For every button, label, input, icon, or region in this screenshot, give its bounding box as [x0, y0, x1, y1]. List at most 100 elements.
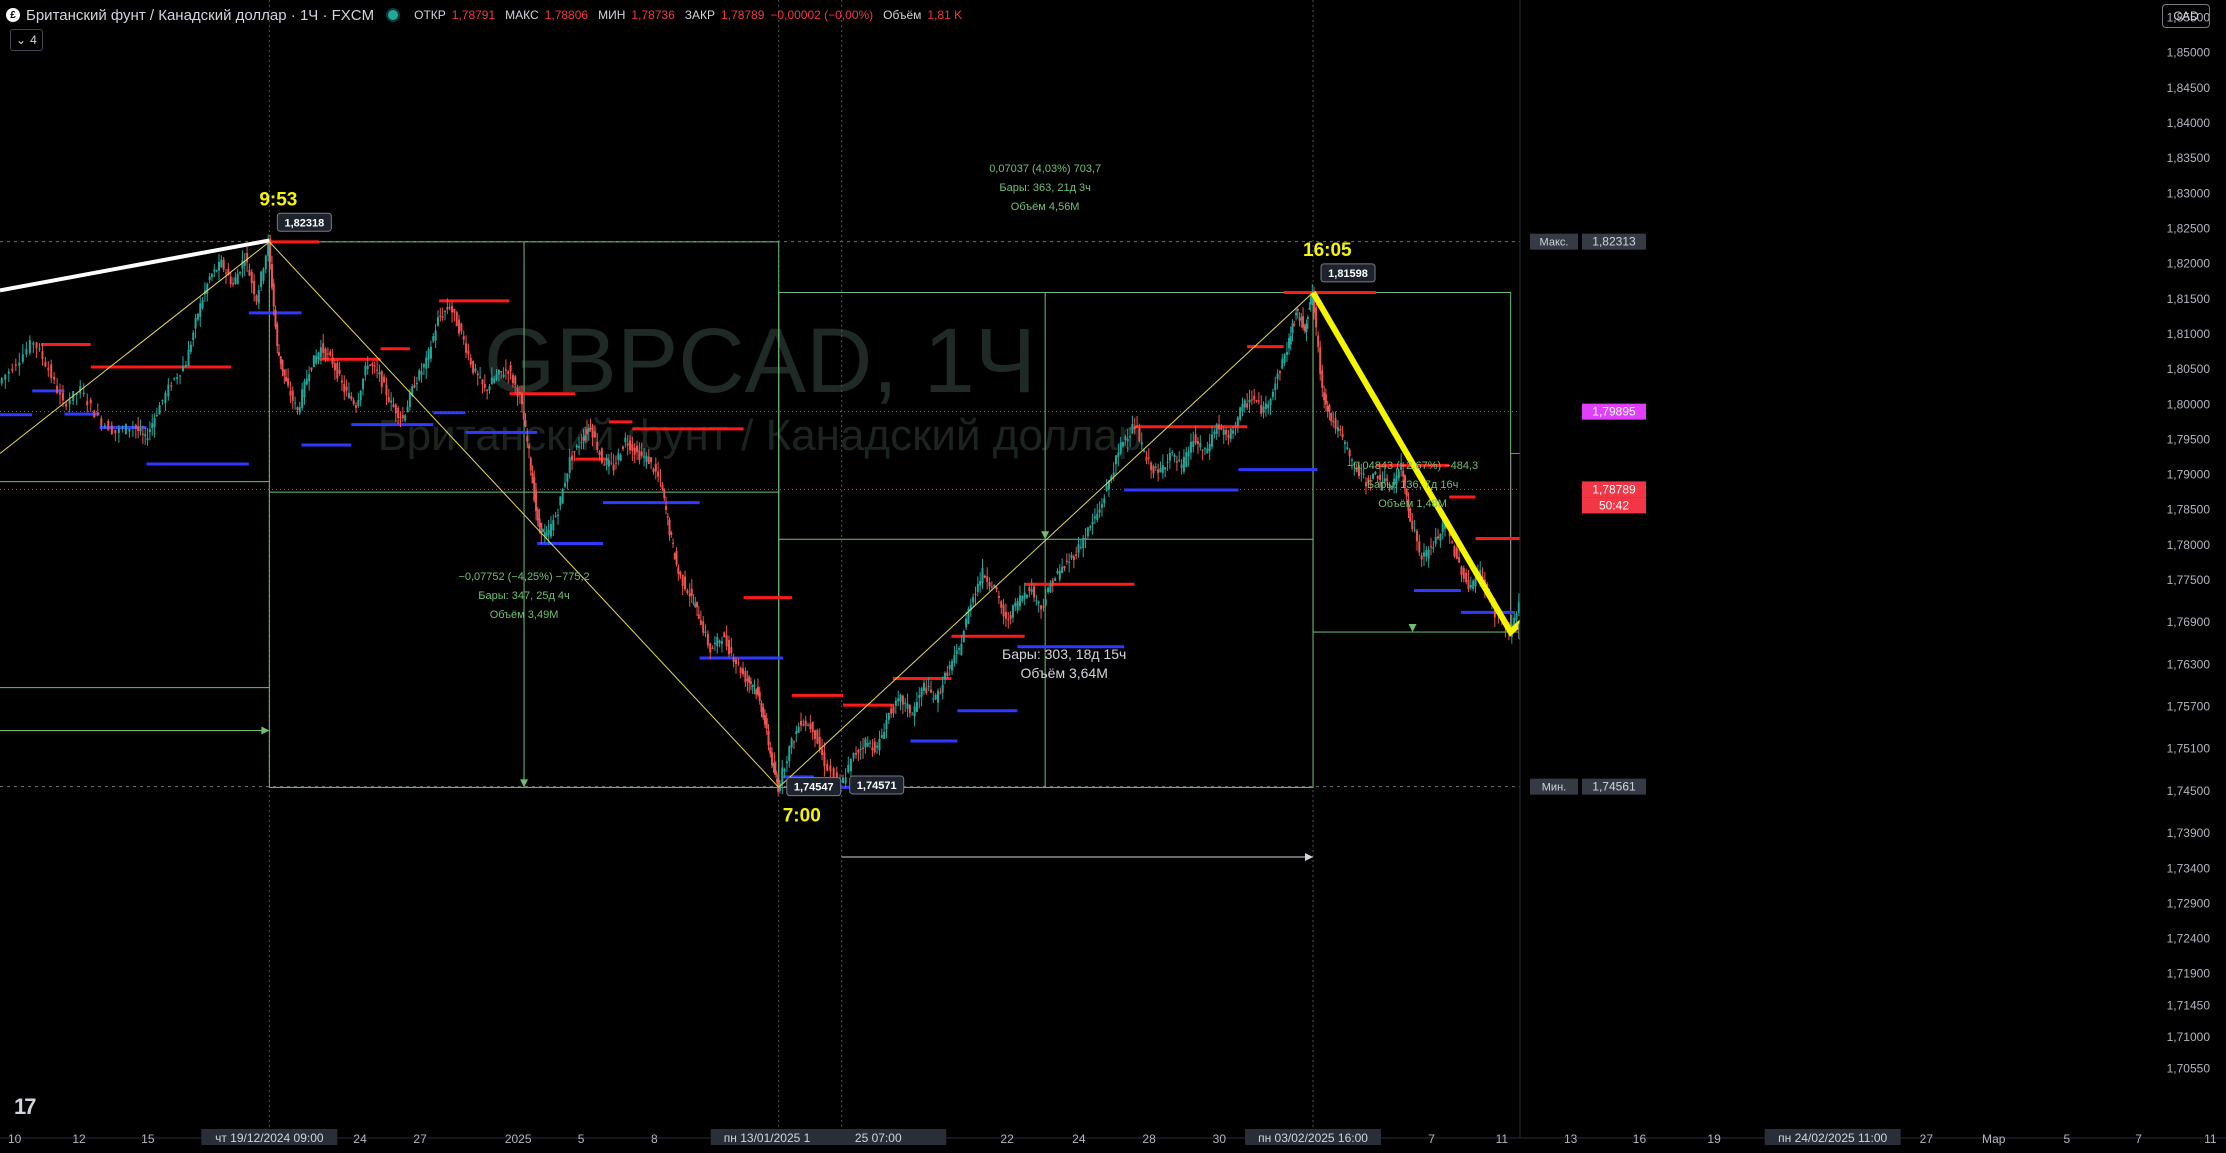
candle-body — [1308, 308, 1311, 310]
candle-body — [1430, 546, 1433, 548]
candle-body — [283, 369, 286, 376]
candle-body — [158, 405, 161, 415]
candle-body — [529, 457, 532, 471]
candle-body — [255, 295, 258, 302]
price-tick-label: 1,72400 — [2167, 932, 2211, 946]
candle-body — [1143, 450, 1146, 452]
price-tick-label: 1,77500 — [2167, 573, 2211, 587]
candle-body — [176, 377, 179, 380]
candle-body — [941, 684, 944, 693]
candle-body — [192, 332, 195, 340]
price-tick-label: 1,82500 — [2167, 221, 2211, 235]
price-tick-label: 1,80000 — [2167, 397, 2211, 411]
candle-body — [1213, 431, 1216, 435]
candle-body — [1300, 316, 1303, 321]
candle-body — [189, 344, 192, 352]
candle-body — [144, 434, 147, 437]
candle-body — [1362, 473, 1365, 475]
candle-body — [453, 308, 456, 313]
market-status-icon[interactable] — [388, 10, 399, 20]
price-tick-label: 1,78000 — [2167, 538, 2211, 552]
candle-body — [686, 590, 689, 594]
candle-body — [799, 721, 802, 726]
indicators-toggle-button[interactable]: ⌄ 4 — [10, 29, 43, 51]
candle-body — [1112, 472, 1115, 477]
candle-body — [443, 311, 446, 313]
candle-body — [1096, 513, 1099, 520]
price-tick-label: 1,72900 — [2167, 896, 2211, 910]
candle-body — [50, 364, 53, 378]
candle-body — [723, 632, 726, 638]
candle-body — [1070, 554, 1073, 559]
candle-body — [397, 408, 400, 418]
candle-body — [1086, 527, 1089, 537]
candle-body — [1227, 434, 1230, 438]
price-chart[interactable]: GBPCAD, 1ЧБританский фунт / Канадский до… — [0, 0, 2226, 1153]
candle-body — [922, 682, 925, 692]
candle-body — [117, 428, 120, 433]
volume-value: 1,81 K — [927, 8, 963, 22]
candle-body — [1425, 550, 1428, 557]
candle-body — [1105, 485, 1108, 491]
candle-body — [1171, 452, 1174, 454]
candle-body — [1250, 399, 1253, 401]
candle-body — [1168, 453, 1171, 461]
candle-body — [1192, 441, 1195, 447]
price-tick-label: 1,75100 — [2167, 742, 2211, 756]
candle-body — [727, 640, 730, 655]
candle-body — [668, 519, 671, 535]
candle-body — [699, 620, 702, 626]
axis-min-price: 1,74561 — [1592, 780, 1636, 794]
candle-body — [451, 305, 454, 313]
candle-body — [181, 365, 184, 371]
candle-body — [229, 276, 232, 285]
candle-body — [823, 752, 826, 767]
candle-body — [21, 354, 24, 362]
candle-body — [1035, 600, 1038, 602]
pivot-time: 9:53 — [259, 189, 297, 210]
candle-body — [897, 698, 900, 702]
axis-max-label: Макс. — [1540, 237, 1569, 249]
candle-body — [350, 396, 353, 400]
symbol-legend: £ Британский фунт / Канадский доллар · 1… — [6, 4, 962, 26]
candle-body — [518, 391, 521, 394]
candle-body — [849, 758, 852, 772]
candle-body — [276, 323, 279, 346]
candle-body — [89, 399, 92, 404]
candle-body — [161, 399, 164, 401]
measurement-label: Бары: 136, 7д 16ч — [1367, 479, 1459, 491]
candle-body — [1348, 449, 1351, 457]
candle-body — [1140, 442, 1143, 445]
symbol-title[interactable]: Британский фунт / Канадский доллар · 1Ч … — [26, 7, 374, 24]
candle-body — [847, 764, 850, 773]
candle-body — [1296, 309, 1299, 311]
candle-body — [767, 730, 770, 746]
candle-body — [559, 496, 562, 506]
candle-body — [756, 686, 759, 695]
price-tick-label: 1,85000 — [2167, 46, 2211, 60]
candle-body — [755, 689, 758, 695]
candle-body — [915, 702, 918, 713]
time-tick-label: 27 — [1920, 1132, 1934, 1146]
candle-body — [906, 703, 909, 709]
candle-body — [670, 532, 673, 535]
candle-body — [264, 255, 267, 270]
currency-button[interactable]: CAD — [2162, 4, 2210, 28]
axis-min-label: Мин. — [1542, 782, 1566, 794]
candle-body — [448, 307, 451, 309]
candle-body — [1269, 398, 1272, 406]
candle-body — [918, 695, 921, 698]
price-tick-label: 1,84000 — [2167, 116, 2211, 130]
candle-body — [25, 348, 28, 355]
candle-body — [1199, 443, 1202, 448]
candle-body — [600, 448, 603, 463]
candle-body — [1152, 466, 1155, 474]
candle-body — [329, 351, 332, 356]
candle-body — [1418, 541, 1421, 553]
candle-body — [141, 433, 144, 435]
candle-body — [1196, 441, 1199, 445]
pivot-price: 1,81598 — [1328, 268, 1368, 280]
candle-body — [399, 416, 402, 418]
candle-body — [904, 702, 907, 704]
candle-body — [319, 347, 322, 358]
